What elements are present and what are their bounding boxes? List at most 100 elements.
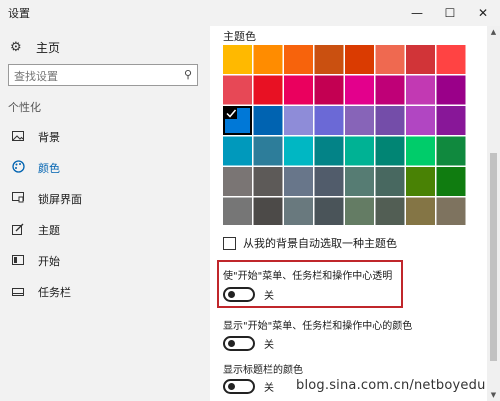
color-swatch[interactable] xyxy=(314,45,344,74)
section-label: 个性化 xyxy=(8,101,41,114)
auto-color-label: 从我的背景自动选取一种主题色 xyxy=(243,237,397,250)
show-color-titlebar-toggle[interactable] xyxy=(223,379,255,394)
toggle-knob xyxy=(228,383,235,390)
window-title: 设置 xyxy=(8,7,30,20)
title-bar: 设置 — ☐ ✕ xyxy=(0,0,500,26)
start-icon xyxy=(10,254,26,268)
color-swatch[interactable] xyxy=(284,197,313,226)
swatch-grid-svg xyxy=(223,45,466,226)
color-swatch[interactable] xyxy=(406,45,435,74)
color-swatch[interactable] xyxy=(375,106,405,135)
color-swatch[interactable] xyxy=(284,136,313,166)
color-swatch[interactable] xyxy=(345,75,374,105)
sidebar-item-home[interactable]: ⚙ 主页 xyxy=(10,38,60,56)
color-swatch[interactable] xyxy=(253,106,283,135)
color-swatch[interactable] xyxy=(375,45,405,74)
sidebar-item-label: 锁屏界面 xyxy=(38,193,82,206)
color-swatch[interactable] xyxy=(314,106,344,135)
palette-icon xyxy=(10,160,26,176)
auto-color-checkbox[interactable] xyxy=(223,236,236,250)
color-swatch[interactable] xyxy=(223,136,252,166)
brush-icon xyxy=(10,223,26,238)
toggle-state: 关 xyxy=(264,340,274,351)
color-swatch[interactable] xyxy=(436,197,466,226)
show-color-titlebar-option: 关 xyxy=(223,379,274,394)
transparency-title: 使"开始"菜单、任务栏和操作中心透明 xyxy=(223,271,393,282)
scroll-down-icon[interactable]: ▼ xyxy=(487,389,500,401)
color-swatch[interactable] xyxy=(223,45,252,74)
show-color-titlebar-title: 显示标题栏的颜色 xyxy=(223,365,303,376)
sidebar-item-label: 任务栏 xyxy=(38,286,71,299)
minimize-button[interactable]: — xyxy=(400,0,434,26)
color-swatch[interactable] xyxy=(345,106,374,135)
close-button[interactable]: ✕ xyxy=(466,0,500,26)
color-swatch[interactable] xyxy=(253,136,283,166)
scroll-thumb[interactable] xyxy=(490,153,497,361)
lock-screen-icon xyxy=(10,192,26,206)
color-swatch[interactable] xyxy=(284,75,313,105)
color-swatch[interactable] xyxy=(253,75,283,105)
watermark: blog.sina.com.cn/netboyedu xyxy=(296,378,486,393)
color-swatch[interactable] xyxy=(253,197,283,226)
toggle-knob xyxy=(228,291,235,298)
sidebar-item-lock-screen[interactable]: 锁屏界面 xyxy=(0,188,210,210)
transparency-toggle[interactable] xyxy=(223,287,255,302)
color-swatch[interactable] xyxy=(375,197,405,226)
sidebar-item-themes[interactable]: 主题 xyxy=(0,219,210,241)
color-swatch[interactable] xyxy=(436,75,466,105)
sidebar-item-colors[interactable]: 颜色 xyxy=(0,157,210,179)
color-swatch[interactable] xyxy=(223,167,252,196)
sidebar-item-label: 主页 xyxy=(36,40,61,55)
color-swatch[interactable] xyxy=(223,75,252,105)
sidebar-item-start[interactable]: 开始 xyxy=(0,250,210,272)
transparency-option: 关 xyxy=(223,287,274,302)
color-swatch[interactable] xyxy=(284,45,313,74)
minimize-icon: — xyxy=(411,6,423,20)
color-swatch[interactable] xyxy=(284,106,313,135)
color-swatch[interactable] xyxy=(345,45,374,74)
color-swatch[interactable] xyxy=(253,45,283,74)
show-color-start-title: 显示"开始"菜单、任务栏和操作中心的颜色 xyxy=(223,321,413,332)
maximize-button[interactable]: ☐ xyxy=(433,0,467,26)
color-swatch[interactable] xyxy=(375,136,405,166)
image-icon xyxy=(10,130,26,144)
scrollbar[interactable]: ▲ ▼ xyxy=(487,26,500,401)
color-swatch[interactable] xyxy=(436,45,466,74)
show-color-start-toggle[interactable] xyxy=(223,336,255,351)
color-swatch[interactable] xyxy=(314,136,344,166)
color-swatch[interactable] xyxy=(436,167,466,196)
sidebar-item-label: 颜色 xyxy=(38,162,60,175)
color-swatch[interactable] xyxy=(223,197,252,226)
color-swatch[interactable] xyxy=(406,167,435,196)
color-swatch[interactable] xyxy=(406,197,435,226)
color-swatch[interactable] xyxy=(253,167,283,196)
color-swatch[interactable] xyxy=(406,75,435,105)
color-swatch[interactable] xyxy=(375,167,405,196)
color-swatch[interactable] xyxy=(345,136,374,166)
search-input[interactable] xyxy=(9,66,169,87)
auto-color-option[interactable]: 从我的背景自动选取一种主题色 xyxy=(223,235,397,251)
search-box: ⚲ xyxy=(8,64,198,87)
color-swatch[interactable] xyxy=(314,197,344,226)
toggle-state: 关 xyxy=(264,291,274,302)
accent-color-grid xyxy=(223,45,467,225)
sidebar-item-background[interactable]: 背景 xyxy=(0,126,210,148)
color-swatch[interactable] xyxy=(406,136,435,166)
sidebar-item-label: 背景 xyxy=(38,131,60,144)
color-swatch[interactable] xyxy=(314,167,344,196)
color-swatch[interactable] xyxy=(345,167,374,196)
color-swatch[interactable] xyxy=(436,106,466,135)
scroll-up-icon[interactable]: ▲ xyxy=(487,26,500,38)
search-icon[interactable]: ⚲ xyxy=(184,68,192,81)
maximize-icon: ☐ xyxy=(444,6,456,20)
color-swatch[interactable] xyxy=(436,136,466,166)
color-swatch[interactable] xyxy=(375,75,405,105)
sidebar-item-label: 开始 xyxy=(38,255,60,268)
color-swatch[interactable] xyxy=(284,167,313,196)
sidebar: ⚙ 主页 ⚲ 个性化 背景 颜色 锁屏界面 主题 开始 xyxy=(0,26,210,401)
sidebar-item-taskbar[interactable]: 任务栏 xyxy=(0,281,210,303)
color-swatch[interactable] xyxy=(345,197,374,226)
color-swatch[interactable] xyxy=(406,106,435,135)
toggle-state: 关 xyxy=(264,383,274,394)
color-swatch[interactable] xyxy=(314,75,344,105)
